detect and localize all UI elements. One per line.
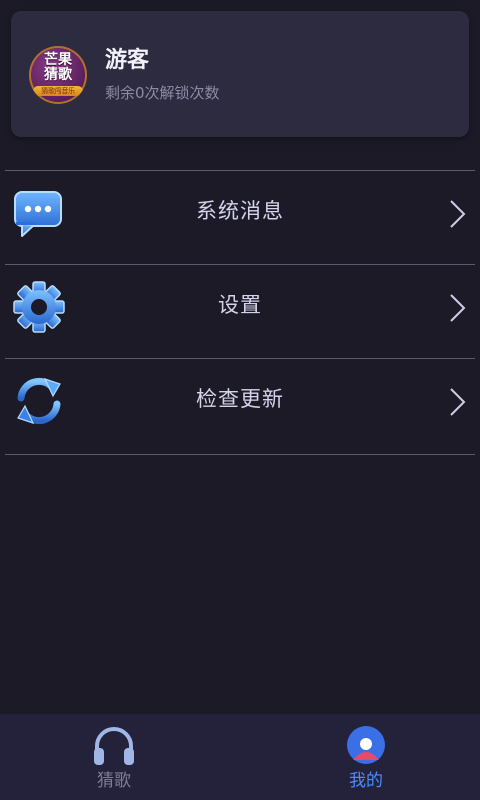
menu-item-label: 系统消息 (196, 199, 284, 223)
tab-label: 猜歌 (97, 771, 131, 791)
app-screen: 芒果 猜歌 猜歌闯音乐 游客 剩余0次解锁次数 系统消息 设置 检查更新 猜歌 … (0, 0, 480, 800)
user-name: 游客 (105, 48, 150, 73)
avatar-logo-line2: 猜歌 (44, 67, 72, 83)
menu-item-settings[interactable]: 设置 (0, 261, 480, 355)
menu-item-check-update[interactable]: 检查更新 (0, 355, 480, 449)
menu-item-system-messages[interactable]: 系统消息 (0, 167, 480, 261)
tab-mine[interactable]: 我的 (240, 714, 480, 800)
tab-guess-song[interactable]: 猜歌 (0, 714, 240, 800)
avatar-logo-line1: 芒果 (44, 52, 72, 68)
menu-item-label: 设置 (218, 293, 262, 317)
unlock-count-text: 剩余0次解锁次数 (105, 84, 220, 102)
avatar[interactable]: 芒果 猜歌 猜歌闯音乐 (29, 46, 87, 104)
headphones-icon (94, 727, 134, 765)
tab-label: 我的 (349, 771, 383, 791)
chevron-right-icon (450, 388, 466, 416)
user-icon (347, 726, 385, 764)
bottom-tab-bar: 猜歌 我的 (0, 714, 480, 800)
menu-item-label: 检查更新 (196, 387, 284, 411)
profile-card[interactable]: 芒果 猜歌 猜歌闯音乐 游客 剩余0次解锁次数 (11, 11, 469, 137)
chevron-right-icon (450, 200, 466, 228)
divider (5, 454, 475, 455)
chevron-right-icon (450, 294, 466, 322)
avatar-logo-band: 猜歌闯音乐 (33, 86, 83, 96)
